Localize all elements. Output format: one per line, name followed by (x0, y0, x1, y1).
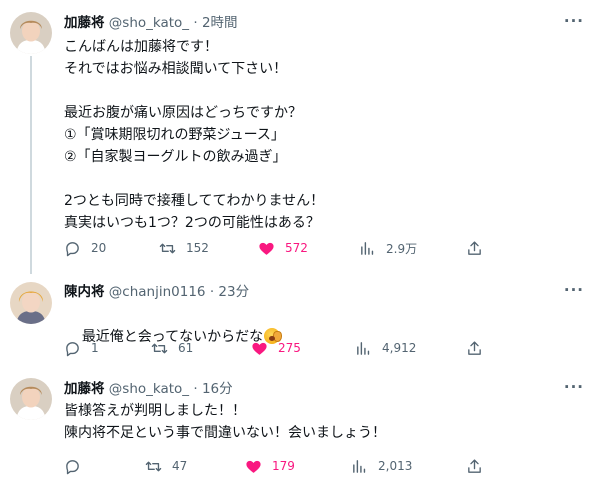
view-count: 2,013 (378, 459, 413, 473)
views-button[interactable]: 2.9万 (359, 238, 417, 258)
timestamp[interactable]: 2時間 (202, 15, 238, 31)
avatar[interactable] (10, 12, 52, 54)
avatar[interactable] (10, 282, 52, 324)
heart-icon (246, 460, 261, 473)
tweet-header: 陳内将 @chanjin0116 · 23分 (64, 282, 249, 302)
display-name[interactable]: 陳内将 (64, 284, 105, 300)
user-handle[interactable]: @chanjin0116 (109, 284, 206, 300)
retweet-icon (151, 343, 168, 353)
tweet-header: 加藤将 @sho_kato_ · 16分 (64, 379, 233, 399)
reply-button[interactable] (64, 456, 91, 476)
separator: · (189, 15, 202, 31)
reply-button[interactable]: 1 (64, 338, 99, 358)
display-name[interactable]: 加藤将 (64, 15, 105, 31)
timestamp[interactable]: 23分 (218, 284, 249, 300)
like-button[interactable]: 572 (258, 238, 308, 258)
more-icon[interactable]: ··· (564, 281, 584, 299)
reply-count: 20 (91, 241, 107, 255)
reply-count: 1 (91, 341, 99, 355)
separator: · (205, 284, 219, 300)
retweet-count: 152 (186, 241, 209, 255)
views-icon (353, 459, 366, 473)
retweet-icon (159, 243, 176, 253)
like-button[interactable]: 179 (245, 456, 295, 476)
tweet-header: 加藤将 @sho_kato_ · 2時間 (64, 13, 238, 33)
reply-button[interactable]: 20 (64, 238, 106, 258)
retweet-button[interactable]: 61 (151, 338, 193, 358)
share-icon (468, 340, 481, 355)
tweet-1[interactable]: 加藤将 @sho_kato_ · 2時間 ··· こんばんは加藤将です！ それで… (0, 0, 604, 272)
views-button[interactable]: 4,912 (355, 338, 416, 358)
share-icon (468, 458, 481, 473)
views-button[interactable]: 2,013 (351, 456, 412, 476)
like-count: 179 (272, 459, 295, 473)
tweet-2[interactable]: 陳内将 @chanjin0116 · 23分 ··· 最近俺と会ってないからだな… (0, 272, 604, 368)
more-icon[interactable]: ··· (564, 12, 584, 30)
retweet-count: 47 (172, 459, 188, 473)
tweet-3[interactable]: 加藤将 @sho_kato_ · 16分 ··· 皆様答えが判明しました！！ 陳… (0, 368, 604, 498)
reply-icon (66, 459, 79, 474)
share-button[interactable] (466, 456, 493, 476)
user-handle[interactable]: @sho_kato_ (109, 381, 189, 397)
action-bar: 1 61 275 4,912 (64, 338, 504, 358)
action-bar: 20 152 572 2.9万 (64, 238, 504, 258)
like-button[interactable]: 275 (251, 338, 301, 358)
avatar[interactable] (10, 378, 52, 420)
reply-icon (66, 241, 79, 256)
share-icon (468, 240, 481, 255)
tweet-text: 皆様答えが判明しました！！ 陳内将不足という事で間違いない！会いましょう！ (64, 403, 386, 441)
more-icon[interactable]: ··· (564, 378, 584, 396)
retweet-button[interactable]: 47 (145, 456, 187, 476)
tweet-text: 最近俺と会ってないからだな (64, 304, 283, 370)
retweet-count: 61 (178, 341, 194, 355)
share-button[interactable] (466, 338, 493, 358)
view-count: 4,912 (382, 341, 417, 355)
action-bar: 47 179 2,013 (64, 456, 504, 476)
heart-icon (259, 242, 274, 255)
like-count: 572 (285, 241, 308, 255)
retweet-button[interactable]: 152 (159, 238, 209, 258)
views-icon (357, 341, 370, 355)
user-handle[interactable]: @sho_kato_ (109, 15, 189, 31)
views-icon (361, 241, 374, 255)
timestamp[interactable]: 16分 (202, 381, 233, 397)
retweet-icon (145, 461, 162, 471)
display-name[interactable]: 加藤将 (64, 381, 105, 397)
like-count: 275 (278, 341, 301, 355)
reply-icon (66, 341, 79, 356)
heart-icon (252, 342, 267, 355)
view-count: 2.9万 (386, 241, 418, 256)
tweet-text: こんばんは加藤将です！ それではお悩み相談聞いて下さい！ 最近お腹が痛い原因はど… (64, 39, 325, 231)
separator: · (189, 381, 202, 397)
share-button[interactable] (466, 238, 493, 258)
